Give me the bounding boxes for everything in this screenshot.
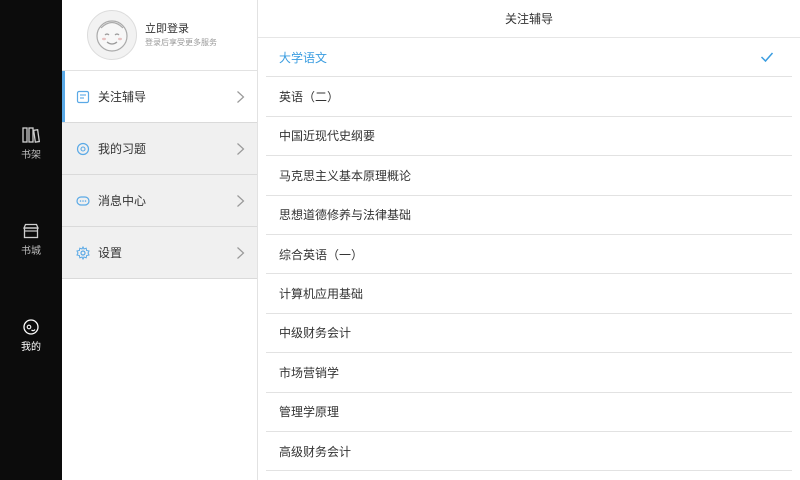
subject-label: 英语（二） — [279, 90, 340, 105]
rail-item-mine[interactable]: 我的 — [0, 318, 62, 353]
avatar[interactable] — [87, 10, 137, 60]
chevron-right-icon — [237, 142, 245, 155]
chevron-right-icon — [237, 246, 245, 259]
gear-icon — [76, 245, 90, 260]
eye-icon — [76, 142, 90, 156]
subject-item[interactable]: 英语（二） — [266, 77, 792, 117]
page-title: 关注辅导 — [258, 0, 800, 38]
checkmark-icon — [760, 52, 774, 63]
menu-item-exercises[interactable]: 我的习题 — [62, 123, 257, 175]
subject-label: 大学语文 — [279, 50, 328, 65]
menu-item-follow[interactable]: 关注辅导 — [62, 71, 257, 123]
nav-rail: 书架 书城 我的 — [0, 0, 62, 480]
rail-label-bookshelf: 书架 — [21, 150, 41, 161]
subject-item[interactable]: 大学语文 — [266, 38, 792, 78]
chevron-right-icon — [237, 194, 245, 207]
menu-item-messages[interactable]: 消息中心 — [62, 175, 257, 227]
subject-label: 中国近现代史纲要 — [279, 129, 376, 144]
menu-item-label: 关注辅导 — [98, 90, 147, 104]
subject-list: 大学语文英语（二） 中国近现代史纲要马克思主义基本原理概论 思想道德修养与法律基础综… — [258, 38, 800, 472]
subject-label: 高级财务会计 — [279, 444, 352, 459]
rail-label-store: 书城 — [21, 246, 41, 257]
side-menu: 立即登录 登录后享受更多服务 关注辅导 我的习题 消息中心 设置 — [62, 0, 258, 480]
menu-item-label: 我的习题 — [98, 142, 147, 156]
bookshelf-icon — [21, 126, 41, 144]
content-panel: 关注辅导 大学语文英语（二） 中国近现代史纲要马克思主义基本原理概论 思想道德修养与… — [258, 0, 800, 480]
chevron-right-icon — [237, 90, 245, 103]
subject-label: 综合英语（一） — [279, 247, 364, 262]
avatar-face-icon — [96, 20, 128, 52]
subject-label: 中级财务会计 — [279, 326, 352, 341]
subject-item[interactable]: 综合英语（一） — [266, 235, 792, 275]
store-icon — [21, 222, 41, 240]
menu-item-label: 设置 — [98, 246, 123, 260]
subject-item[interactable]: 中国近现代史纲要 — [266, 117, 792, 157]
profile-header[interactable]: 立即登录 登录后享受更多服务 — [62, 0, 257, 71]
subject-item[interactable]: 市场营销学 — [266, 353, 792, 393]
login-title[interactable]: 立即登录 — [145, 22, 217, 36]
subject-label: 马克思主义基本原理概论 — [279, 168, 412, 183]
chat-icon — [76, 194, 90, 208]
subject-item[interactable]: 计算机应用基础 — [266, 274, 792, 314]
login-subtitle: 登录后享受更多服务 — [145, 38, 217, 47]
profile-icon — [21, 318, 41, 336]
subject-item[interactable]: 管理学原理 — [266, 393, 792, 432]
subject-label: 计算机应用基础 — [279, 287, 364, 302]
subject-item[interactable]: 马克思主义基本原理概论 — [266, 156, 792, 196]
menu-item-label: 消息中心 — [98, 194, 147, 208]
note-icon — [76, 90, 90, 104]
subject-item[interactable]: 中级财务会计 — [266, 314, 792, 354]
subject-label: 管理学原理 — [279, 405, 340, 420]
subject-item[interactable]: 思想道德修养与法律基础 — [266, 196, 792, 235]
rail-label-mine: 我的 — [21, 342, 41, 353]
subject-label: 市场营销学 — [279, 365, 340, 380]
subject-item[interactable]: 高级财务会计 — [266, 432, 792, 472]
rail-item-bookshelf[interactable]: 书架 — [0, 126, 62, 161]
subject-label: 思想道德修养与法律基础 — [279, 208, 412, 223]
rail-item-store[interactable]: 书城 — [0, 222, 62, 257]
menu-item-settings[interactable]: 设置 — [62, 227, 257, 279]
